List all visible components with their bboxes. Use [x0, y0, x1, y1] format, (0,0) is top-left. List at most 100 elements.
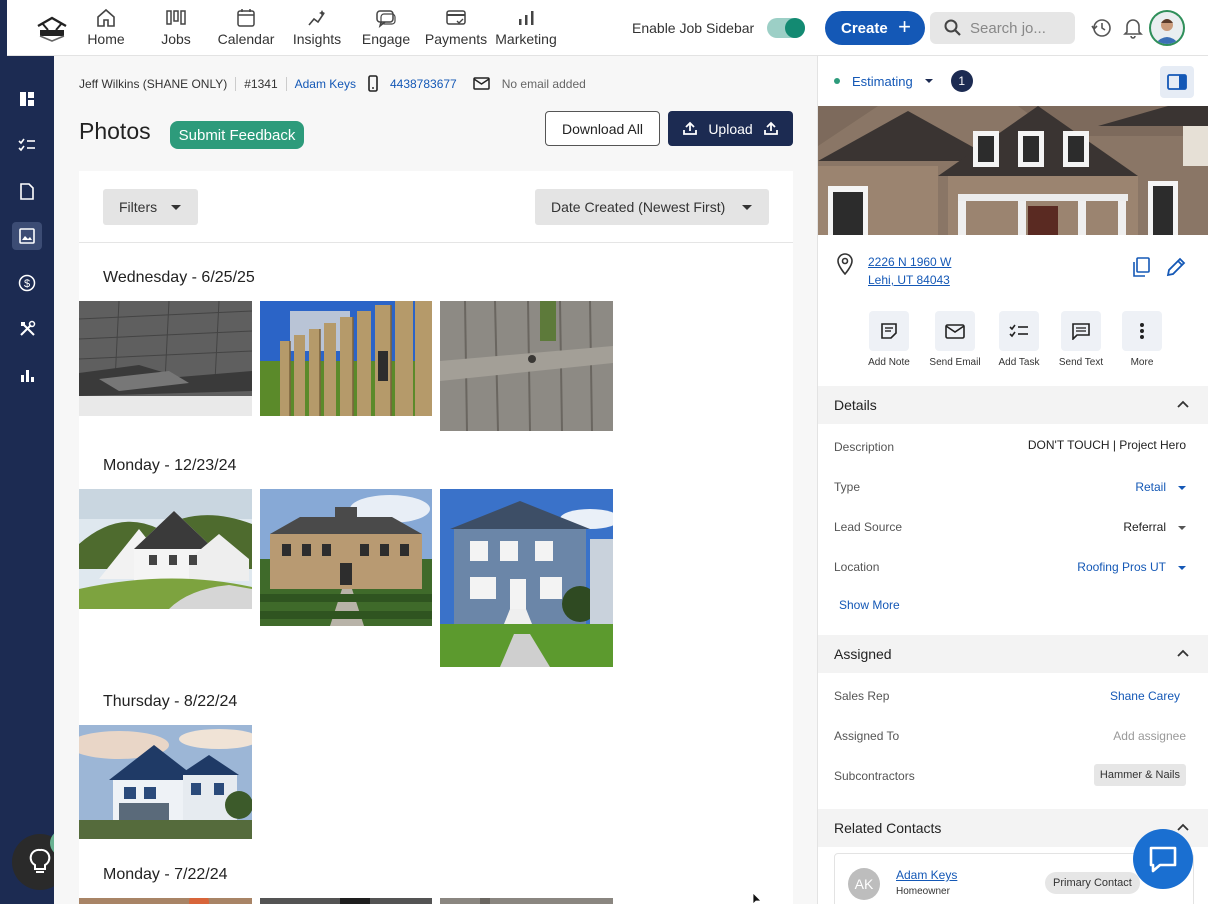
- upload-icon: [683, 121, 697, 135]
- status-count-badge[interactable]: 1: [950, 70, 973, 92]
- photo-thumbnail[interactable]: [440, 898, 613, 904]
- email-status: No email added: [501, 76, 586, 91]
- filters-label: Filters: [119, 199, 158, 215]
- photo-thumbnail[interactable]: [79, 898, 252, 904]
- nav-home[interactable]: Home: [83, 6, 129, 52]
- chevron-up-icon: [1177, 400, 1189, 408]
- chat-support-button[interactable]: [1133, 829, 1193, 889]
- download-all-button[interactable]: Download All: [545, 111, 660, 146]
- job-sidebar: Estimating 1 2226 N 1960 W Lehi, UT 8404…: [817, 56, 1208, 904]
- insights-icon: [308, 10, 325, 26]
- add-note-action[interactable]: Add Note: [859, 311, 919, 368]
- description-value[interactable]: DON'T TOUCH | Project Hero: [1028, 438, 1186, 452]
- main-content: Jeff Wilkins (SHANE ONLY) #1341 Adam Key…: [54, 56, 817, 904]
- filters-dropdown[interactable]: Filters: [103, 189, 198, 225]
- copy-icon[interactable]: [1132, 257, 1150, 277]
- nav-calendar[interactable]: Calendar: [216, 6, 276, 52]
- sidebar-item-tasks[interactable]: [12, 131, 42, 159]
- upload-icon: [764, 121, 778, 135]
- chat-bubble-icon: [1149, 846, 1177, 873]
- create-button[interactable]: Create +: [825, 11, 925, 45]
- photo-thumbnail[interactable]: [440, 301, 613, 431]
- brand-accent-strip: [0, 0, 7, 56]
- collapse-sidebar-button[interactable]: [1160, 66, 1194, 98]
- company-logo[interactable]: [34, 14, 70, 42]
- subcontractor-chip[interactable]: Hammer & Nails: [1093, 764, 1186, 786]
- nav-marketing[interactable]: Marketing: [493, 6, 559, 52]
- send-email-action[interactable]: Send Email: [925, 311, 985, 368]
- enable-job-sidebar-label: Enable Job Sidebar: [632, 20, 755, 36]
- sidebar-item-dashboard[interactable]: [12, 85, 42, 113]
- photo-thumbnail[interactable]: [260, 898, 432, 904]
- edit-pencil-icon[interactable]: [1166, 257, 1186, 277]
- add-assignee-input[interactable]: Add assignee: [1113, 729, 1186, 743]
- location-value: Roofing Pros UT: [1077, 560, 1166, 574]
- upload-button[interactable]: Upload: [668, 111, 793, 146]
- user-avatar[interactable]: [1149, 10, 1185, 46]
- add-task-action[interactable]: Add Task: [989, 311, 1049, 368]
- history-icon[interactable]: [1090, 17, 1112, 39]
- more-label: More: [1130, 357, 1154, 368]
- sidebar-item-reports[interactable]: [12, 361, 42, 389]
- engage-icon: [376, 10, 396, 28]
- sales-rep-label: Sales Rep: [834, 689, 890, 703]
- assigned-section-header[interactable]: Assigned: [818, 635, 1208, 673]
- job-address-link[interactable]: 2226 N 1960 W Lehi, UT 84043: [868, 253, 951, 289]
- nav-insights[interactable]: Insights: [290, 6, 344, 52]
- nav-payments[interactable]: Payments: [423, 6, 489, 52]
- divider: [235, 76, 237, 91]
- lead-source-label: Lead Source: [834, 520, 903, 534]
- photo-group-date: Monday - 12/23/24: [103, 457, 237, 474]
- photo-thumbnail[interactable]: [260, 489, 432, 626]
- photo-thumbnail[interactable]: [79, 725, 252, 839]
- lead-source-select[interactable]: Referral: [1123, 520, 1186, 534]
- show-more-link[interactable]: Show More: [839, 598, 900, 612]
- enable-job-sidebar-toggle[interactable]: [767, 18, 805, 38]
- related-contact-name-link[interactable]: Adam Keys: [896, 868, 957, 882]
- sidebar-item-tools[interactable]: [12, 314, 42, 342]
- chevron-up-icon: [1177, 649, 1189, 657]
- mail-icon: [945, 323, 965, 339]
- photo-thumbnail[interactable]: [260, 301, 432, 416]
- details-section-header[interactable]: Details: [818, 386, 1208, 424]
- divider: [79, 242, 793, 243]
- phone-link[interactable]: 4438783677: [390, 77, 457, 91]
- chevron-down-icon: [171, 205, 181, 210]
- photo-thumbnail[interactable]: [440, 489, 613, 667]
- location-select[interactable]: Roofing Pros UT: [1077, 560, 1186, 574]
- nav-engage[interactable]: Engage: [360, 6, 412, 52]
- address-line-1: 2226 N 1960 W: [868, 255, 952, 269]
- status-dot-icon: [834, 78, 840, 84]
- sales-rep-value[interactable]: Shane Carey: [1110, 689, 1180, 703]
- chevron-down-icon: [924, 79, 933, 83]
- photo-thumbnail[interactable]: [79, 489, 252, 609]
- dashboard-icon: [20, 92, 34, 106]
- send-text-action[interactable]: Send Text: [1051, 311, 1111, 368]
- sidebar-item-documents[interactable]: [12, 177, 42, 205]
- photo-thumbnail[interactable]: [79, 301, 252, 416]
- sort-dropdown[interactable]: Date Created (Newest First): [535, 189, 769, 225]
- related-contact-role: Homeowner: [896, 886, 950, 897]
- submit-feedback-button[interactable]: Submit Feedback: [170, 121, 304, 149]
- bell-icon[interactable]: [1123, 17, 1143, 39]
- job-status-dropdown[interactable]: Estimating 1: [834, 70, 973, 92]
- tasks-icon: [1009, 324, 1028, 338]
- global-search[interactable]: [930, 12, 1075, 44]
- nav-engage-label: Engage: [361, 31, 411, 47]
- type-label: Type: [834, 480, 861, 494]
- sidebar-item-photos[interactable]: [12, 222, 42, 250]
- more-vertical-icon: [1140, 323, 1144, 339]
- type-select[interactable]: Retail: [1135, 480, 1186, 494]
- documents-icon: [20, 182, 34, 200]
- search-input[interactable]: [970, 17, 1070, 39]
- contact-name-link[interactable]: Adam Keys: [295, 77, 356, 91]
- toggle-knob: [785, 18, 805, 38]
- mail-icon: [472, 77, 490, 90]
- nav-payments-label: Payments: [424, 31, 488, 47]
- sidebar-item-payments[interactable]: $: [12, 269, 42, 297]
- photo-group-date: Monday - 7/22/24: [103, 866, 228, 883]
- nav-jobs[interactable]: Jobs: [155, 6, 197, 52]
- search-icon: [944, 19, 961, 36]
- more-actions[interactable]: More: [1112, 311, 1172, 368]
- note-icon: [881, 323, 897, 339]
